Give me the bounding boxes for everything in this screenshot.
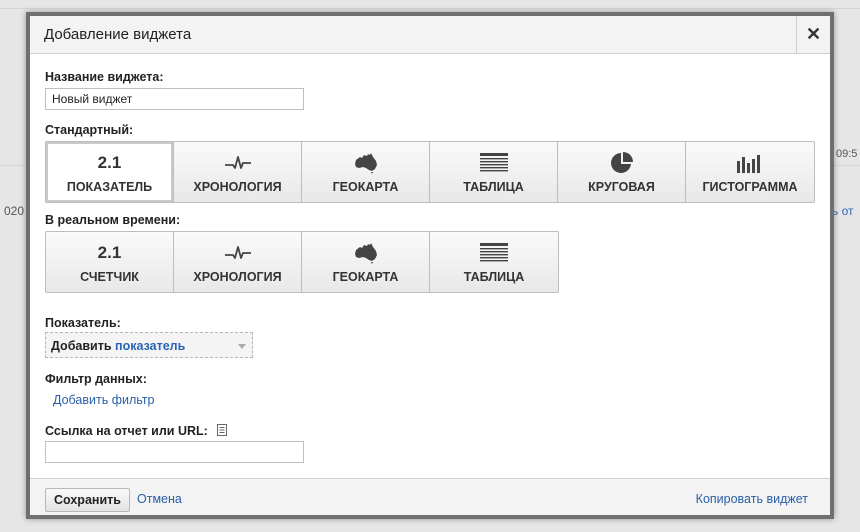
- report-url-input[interactable]: [45, 441, 304, 463]
- table-icon: [480, 243, 508, 262]
- tile-label: ТАБЛИЦА: [463, 180, 524, 194]
- background-time-fragment: 09:5: [836, 148, 858, 160]
- tile-standard-timeline[interactable]: ХРОНОЛОГИЯ: [174, 142, 302, 202]
- metric-label: Показатель:: [45, 316, 121, 330]
- tile-label: СЧЕТЧИК: [80, 270, 139, 284]
- tile-label: ГЕОКАРТА: [332, 270, 399, 284]
- report-link-label: Ссылка на отчет или URL:: [45, 424, 228, 438]
- bar-chart-icon: [737, 155, 760, 173]
- background-date-fragment: 020: [4, 204, 25, 218]
- close-icon: ✕: [805, 24, 822, 44]
- tile-label: КРУГОВАЯ: [588, 180, 655, 194]
- pie-chart-icon: [610, 152, 633, 173]
- realtime-section-label: В реальном времени:: [45, 213, 181, 227]
- tile-label: ХРОНОЛОГИЯ: [193, 180, 282, 194]
- cancel-link[interactable]: Отмена: [137, 492, 182, 506]
- timeline-icon: [224, 156, 251, 169]
- tile-standard-pie[interactable]: КРУГОВАЯ: [558, 142, 686, 202]
- metric-number-icon: 2.1: [97, 153, 122, 172]
- tile-label: ТАБЛИЦА: [463, 270, 525, 284]
- tile-standard-table[interactable]: ТАБЛИЦА: [430, 142, 558, 202]
- document-icon: [217, 424, 228, 436]
- tile-realtime-counter[interactable]: 2.1 СЧЕТЧИК: [46, 232, 174, 292]
- tile-standard-geomap[interactable]: ГЕОКАРТА: [302, 142, 430, 202]
- chevron-down-icon: [238, 344, 246, 349]
- timeline-icon: [224, 246, 251, 259]
- dialog-footer: Сохранить Отмена Копировать виджет: [30, 478, 830, 515]
- dialog-titlebar: Добавление виджета ✕: [30, 16, 830, 54]
- tile-realtime-geomap[interactable]: ГЕОКАРТА: [302, 232, 430, 292]
- add-metric-prefix: Добавить: [51, 339, 112, 353]
- dialog-title: Добавление виджета: [44, 26, 192, 43]
- table-icon: [479, 153, 508, 172]
- tile-label: ГЕОКАРТА: [332, 180, 399, 194]
- australia-map-icon: [354, 243, 377, 264]
- add-metric-select[interactable]: Добавить показатель: [45, 332, 253, 358]
- filter-label: Фильтр данных:: [45, 372, 147, 386]
- widget-name-label: Название виджета:: [45, 70, 164, 84]
- add-filter-link[interactable]: Добавить фильтр: [53, 393, 155, 407]
- tile-label: ХРОНОЛОГИЯ: [193, 270, 282, 284]
- tile-label: ГИСТОГРАММА: [702, 180, 798, 194]
- add-metric-accent: показатель: [115, 339, 186, 353]
- tile-realtime-timeline[interactable]: ХРОНОЛОГИЯ: [174, 232, 302, 292]
- save-button[interactable]: Сохранить: [45, 488, 130, 512]
- counter-number-icon: 2.1: [97, 243, 122, 262]
- copy-widget-link[interactable]: Копировать виджет: [696, 492, 808, 506]
- report-link-label-text: Ссылка на отчет или URL:: [45, 424, 208, 438]
- background-divider-top: [0, 8, 860, 9]
- realtime-widget-types: 2.1 СЧЕТЧИК ХРОНОЛОГИЯ ГЕОКАРТА ТАБЛИЦА: [45, 231, 559, 293]
- tile-label: ПОКАЗАТЕЛЬ: [66, 180, 153, 194]
- australia-map-icon: [354, 153, 377, 174]
- tile-realtime-table[interactable]: ТАБЛИЦА: [430, 232, 558, 292]
- standard-widget-types: 2.1 ПОКАЗАТЕЛЬ ХРОНОЛОГИЯ ГЕОКАРТА ТАБЛИ…: [45, 141, 815, 203]
- tile-standard-histogram[interactable]: ГИСТОГРАММА: [686, 142, 814, 202]
- close-button[interactable]: ✕: [796, 16, 830, 53]
- tile-standard-metric[interactable]: 2.1 ПОКАЗАТЕЛЬ: [46, 142, 174, 202]
- standard-section-label: Стандартный:: [45, 123, 134, 137]
- add-widget-dialog: Добавление виджета ✕ Название виджета: С…: [26, 12, 834, 519]
- widget-name-input[interactable]: [45, 88, 304, 110]
- background-link-fragment[interactable]: ь от: [832, 204, 854, 218]
